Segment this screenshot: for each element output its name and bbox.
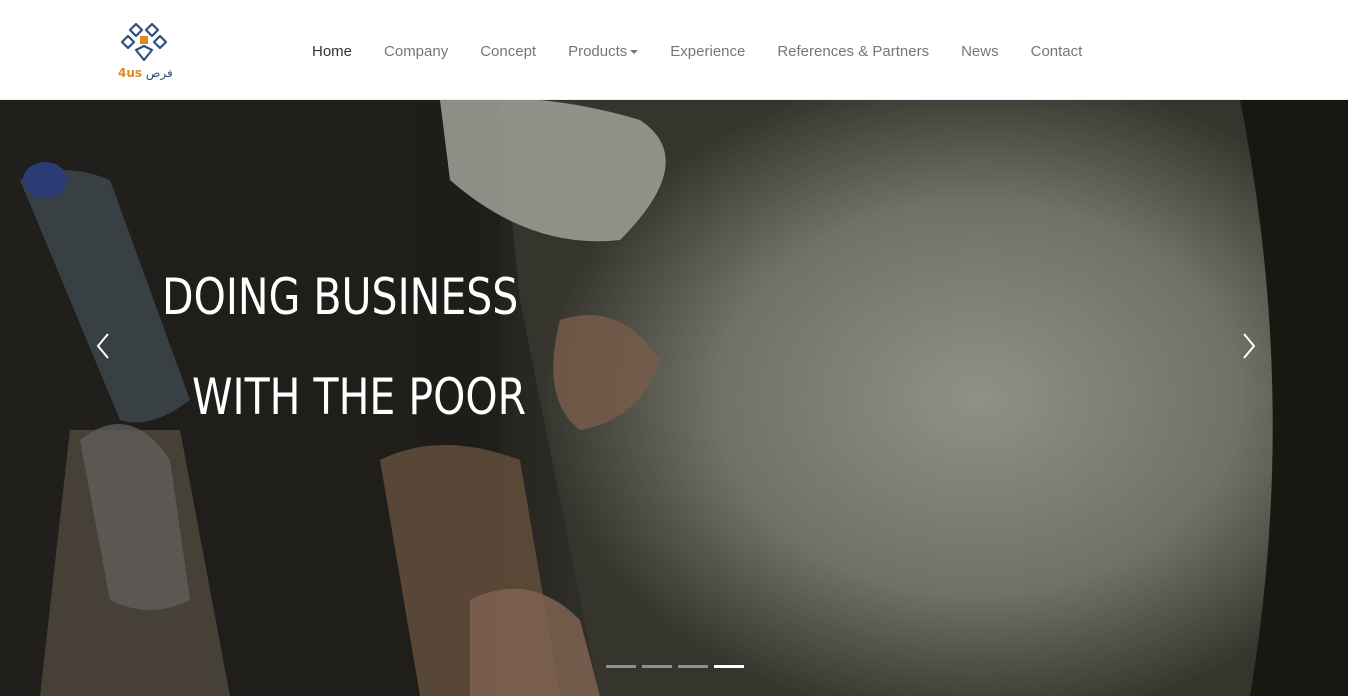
hero-headline-line2: WITH THE POOR bbox=[192, 368, 527, 426]
nav-company[interactable]: Company bbox=[384, 43, 448, 60]
logo-wordmark: 4us فرص bbox=[118, 66, 173, 80]
hero-carousel: DOING BUSINESS WITH THE POOR bbox=[0, 100, 1348, 696]
chevron-left-icon bbox=[96, 333, 109, 359]
hero-headline-line1: DOING BUSINESS bbox=[162, 268, 519, 326]
logo-latin-text: 4us bbox=[118, 66, 143, 80]
nav-news[interactable]: News bbox=[961, 43, 999, 60]
carousel-indicator-3[interactable] bbox=[678, 665, 708, 668]
carousel-indicators bbox=[606, 665, 750, 668]
carousel-indicator-4[interactable] bbox=[714, 665, 744, 668]
main-nav: Home Company Concept Products Experience… bbox=[312, 40, 1114, 62]
nav-references-partners[interactable]: References & Partners bbox=[777, 43, 929, 60]
nav-products[interactable]: Products bbox=[568, 42, 639, 60]
chevron-right-icon bbox=[1243, 333, 1256, 359]
nav-experience[interactable]: Experience bbox=[670, 43, 745, 60]
carousel-indicator-2[interactable] bbox=[642, 665, 672, 668]
carousel-indicator-1[interactable] bbox=[606, 665, 636, 668]
nav-concept[interactable]: Concept bbox=[480, 43, 536, 60]
carousel-next-button[interactable] bbox=[1234, 330, 1264, 362]
carousel-prev-button[interactable] bbox=[90, 330, 120, 362]
logo-arabic-text: فرص bbox=[145, 66, 173, 80]
caret-down-icon bbox=[630, 49, 639, 54]
nav-contact[interactable]: Contact bbox=[1031, 43, 1083, 60]
nav-home[interactable]: Home bbox=[312, 43, 352, 60]
nav-products-label: Products bbox=[568, 42, 628, 60]
top-navbar: 4us فرص Home Company Concept Products Ex… bbox=[0, 0, 1348, 100]
